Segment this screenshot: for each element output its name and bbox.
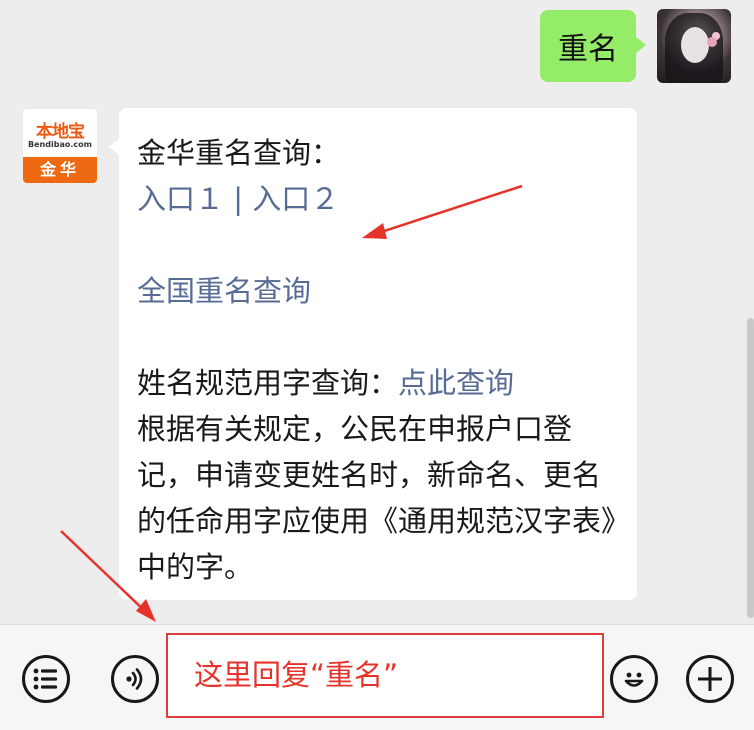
brand-logo-text: 本地宝 [36,122,85,142]
message-input[interactable]: 这里回复“重名” [166,633,604,718]
user-message-bubble[interactable]: 重名 [540,10,646,82]
user-avatar[interactable] [657,9,731,83]
menu-list-icon[interactable] [22,655,70,703]
avatar-face [681,27,709,63]
rule-paragraph: 根据有关规定，公民在申报户口登记，申请变更姓名时，新命名、更名的任命用字应使用《… [137,412,616,584]
user-message-text: 重名 [558,32,618,67]
emoji-icon[interactable] [610,655,658,703]
entry-2-link[interactable]: 入口２ [252,182,339,216]
std-query-label: 姓名规范用字查询： [137,366,399,400]
chat-scrollbar[interactable] [747,318,754,618]
entry-links: 入口１ | 入口２ [137,176,625,222]
entry-1-link[interactable]: 入口１ [137,182,224,216]
entry-separator: | [224,182,253,216]
brand-domain: Bendibao.com [28,140,92,149]
official-account-avatar[interactable]: 本地宝 Bendibao.com 金华 [23,109,97,183]
plus-glyph [698,667,722,691]
emoji-glyph [624,672,644,687]
reply-message-bubble: 金华重名查询： 入口１ | 入口２ 全国重名查询 姓名规范用字查询：点此查询 根… [109,108,637,600]
input-hint-annotation: 这里回复“重名” [194,658,399,692]
reply-heading: 金华重名查询： [137,136,341,170]
menu-list-glyph [33,668,57,690]
reply-content: 金华重名查询： 入口１ | 入口２ 全国重名查询 姓名规范用字查询：点此查询 根… [137,130,625,590]
voice-glyph [126,668,143,690]
avatar-flower [707,37,717,47]
brand-city: 金华 [23,157,97,183]
voice-icon[interactable] [111,655,159,703]
chat-area: 重名 本地宝 Bendibao.com 金华 金华重名查询： 入口１ | 入口２… [0,0,754,624]
std-query-link[interactable]: 点此查询 [398,366,514,400]
std-query-line: 姓名规范用字查询：点此查询 [137,360,625,406]
plus-icon[interactable] [686,655,734,703]
input-toolbar: 这里回复“重名” [0,624,754,730]
national-query-link[interactable]: 全国重名查询 [137,268,625,314]
